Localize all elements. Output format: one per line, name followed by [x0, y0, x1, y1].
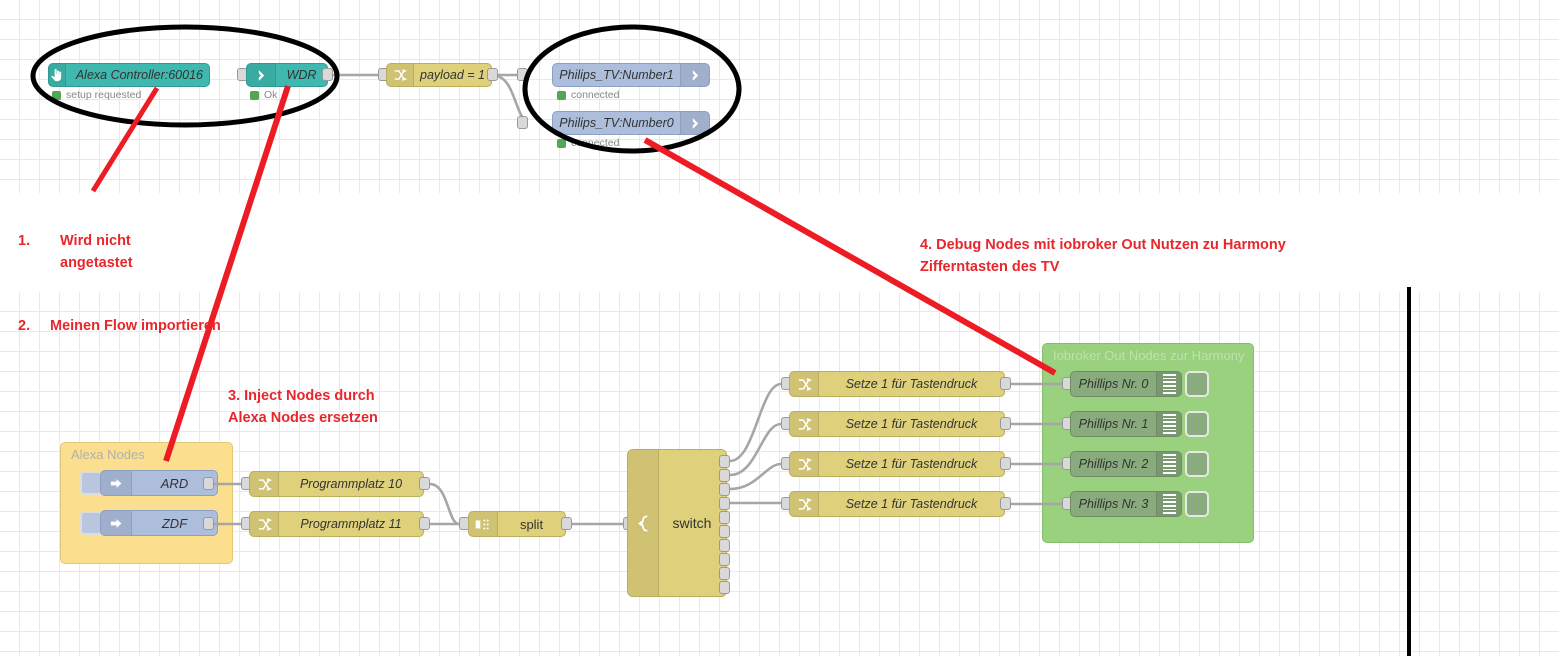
annotation-1-text: Wird nicht angetastet [60, 233, 133, 272]
annotation-1-number: 1. [18, 233, 31, 249]
annotation-2-text: Meinen Flow importieren [50, 318, 221, 334]
annotation-4-text: 4. Debug Nodes mit iobroker Out Nutzen z… [920, 237, 1286, 276]
flow-canvas[interactable]: Alexa Controller:60016 setup requested W… [0, 0, 1559, 656]
annotation-3-text: 3. Inject Nodes durch Alexa Nodes ersetz… [228, 388, 378, 427]
annotation-2-number: 2. [18, 318, 31, 334]
bottom-flow-wires [214, 382, 1062, 526]
